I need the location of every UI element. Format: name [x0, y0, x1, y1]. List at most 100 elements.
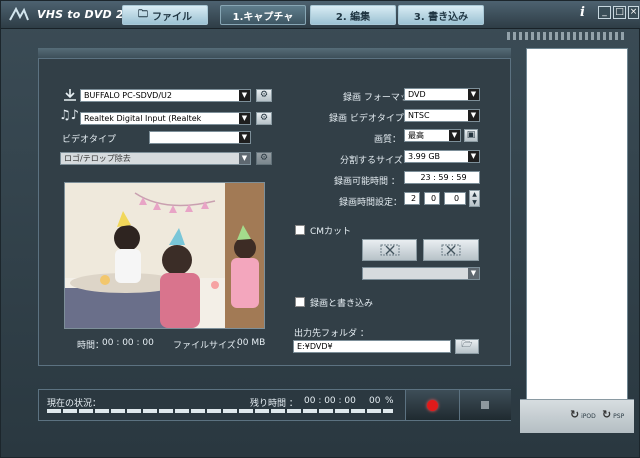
stop-icon	[481, 401, 489, 409]
remaining-time-value: 00 : 00 : 00	[304, 396, 356, 406]
browse-folder-button[interactable]: 🗁	[455, 339, 479, 354]
record-format-select[interactable]: DVD ▼	[404, 88, 480, 101]
chevron-down-icon: ▼	[468, 89, 479, 100]
chevron-down-icon: ▼	[239, 113, 250, 124]
spinner-arrows-icon: ▲ ▼	[472, 191, 477, 206]
time-setting-spinner[interactable]: ▲ ▼	[469, 190, 480, 207]
chevron-down-icon: ▼	[468, 268, 479, 279]
status-bar: 現在の状況： 残り時間 ： 00 : 00 : 00 00 %	[38, 389, 511, 421]
tab-capture[interactable]: 1.キャプチャ	[220, 5, 306, 25]
cm-cut-checkbox[interactable]	[295, 225, 305, 235]
psp-label: PSP	[613, 413, 625, 420]
info-icon[interactable]: i	[580, 5, 585, 20]
progress-bar	[47, 409, 393, 413]
time-setting-minutes[interactable]: 0	[424, 192, 440, 205]
rotate-icon: ↻	[570, 408, 580, 421]
record-and-write-checkbox[interactable]	[295, 297, 305, 307]
chevron-down-icon: ▼	[468, 110, 479, 121]
stop-button[interactable]	[459, 390, 511, 420]
available-time-label: 録画可能時間 ：	[334, 177, 400, 187]
time-setting-hours[interactable]: 2	[404, 192, 420, 205]
current-status-label: 現在の状況：	[47, 399, 102, 409]
cm-cut-apply-button[interactable]	[423, 239, 479, 261]
record-format-value: DVD	[408, 90, 426, 99]
output-folder-label: 出力先フォルダ ：	[294, 329, 369, 339]
quality-select[interactable]: 最高 ▼	[404, 129, 461, 142]
split-size-select[interactable]: 3.99 GB ▼	[404, 150, 480, 163]
video-preview	[64, 182, 265, 329]
app-logo-icon	[9, 7, 29, 21]
tab-file-label: ファイル	[152, 11, 192, 23]
panel-header	[38, 48, 511, 58]
chevron-down-icon: ▼	[468, 151, 479, 162]
record-video-type-label: 録画 ビデオタイプ：	[329, 114, 413, 124]
tab-file[interactable]: 🗀 ファイル	[122, 5, 208, 25]
video-type-select[interactable]: ▼	[149, 131, 251, 144]
tab-edit-label: 2. 編集	[335, 11, 371, 23]
record-icon	[427, 400, 438, 411]
scissors-icon	[380, 244, 399, 256]
record-button[interactable]	[405, 390, 459, 420]
close-button[interactable]: ×	[628, 6, 639, 19]
preview-filesize-value: 00 MB	[237, 338, 266, 348]
minimize-button[interactable]: _	[598, 6, 611, 19]
chevron-down-icon: ▼	[239, 153, 250, 164]
ipod-export-button[interactable]: ↻ iPOD	[570, 408, 596, 421]
settings-icon: ▣	[466, 130, 476, 140]
restore-button[interactable]: □	[613, 6, 626, 19]
preview-filesize-label: ファイルサイズ：	[173, 341, 245, 351]
tab-edit[interactable]: 2. 編集	[310, 5, 396, 25]
decorative-stripes	[507, 32, 627, 40]
folder-icon: 🗀	[138, 8, 148, 20]
chevron-down-icon: ▼	[239, 90, 250, 101]
audio-device-value: Realtek Digital Input (Realtek	[84, 114, 202, 123]
time-setting-seconds[interactable]: 0	[444, 192, 466, 205]
quality-value: 最高	[408, 131, 424, 140]
time-setting-label: 録画時間設定：	[339, 198, 403, 208]
chevron-down-icon: ▼	[239, 132, 250, 143]
ipod-label: iPOD	[581, 413, 596, 420]
scissors-icon	[441, 244, 461, 256]
logo-removal-value: ロゴ/テロップ除去	[64, 154, 131, 163]
record-video-type-value: NTSC	[408, 111, 430, 120]
remaining-time-label: 残り時間 ：	[250, 399, 298, 409]
tab-write-label: 3. 書き込み	[413, 11, 469, 23]
app-window: VHS to DVD 2.5 🗀 ファイル 1.キャプチャ 2. 編集 3. 書…	[0, 0, 640, 458]
record-video-type-select[interactable]: NTSC ▼	[404, 109, 480, 122]
preview-time-value: 00 : 00 : 00	[102, 338, 154, 348]
preview-time-label: 時間：	[77, 341, 105, 351]
preview-image	[65, 183, 264, 328]
video-device-settings-button[interactable]: ⚙	[256, 89, 272, 102]
progress-percent-unit: %	[385, 396, 394, 406]
progress-percent-value: 00	[369, 396, 381, 406]
folder-open-icon: 🗁	[461, 340, 473, 350]
gear-icon: ⚙	[259, 113, 269, 123]
logo-removal-select[interactable]: ロゴ/テロップ除去 ▼	[60, 152, 251, 165]
device-export-bar: ↻ iPOD ↻ PSP	[520, 399, 634, 433]
logo-removal-settings-button[interactable]: ⚙	[256, 152, 272, 165]
available-time-field: 23 : 59 : 59	[404, 171, 480, 184]
video-device-value: BUFFALO PC-SDVD/U2	[84, 91, 172, 100]
gear-icon: ⚙	[259, 153, 269, 163]
output-folder-input[interactable]: E:¥DVD¥	[293, 340, 451, 353]
audio-device-select[interactable]: Realtek Digital Input (Realtek ▼	[80, 112, 251, 125]
cm-cut-label: CMカット	[310, 227, 352, 237]
title-bar: VHS to DVD 2.5 🗀 ファイル 1.キャプチャ 2. 編集 3. 書…	[1, 1, 640, 29]
split-size-label: 分割するサイズ：	[340, 156, 412, 166]
cm-cut-mark-button[interactable]	[362, 239, 417, 261]
split-size-value: 3.99 GB	[408, 152, 441, 161]
psp-export-button[interactable]: ↻ PSP	[602, 408, 624, 421]
gear-icon: ⚙	[259, 90, 269, 100]
chevron-down-icon: ▼	[449, 130, 460, 141]
quality-settings-button[interactable]: ▣	[464, 129, 478, 142]
audio-device-settings-button[interactable]: ⚙	[256, 112, 272, 125]
tab-capture-label: 1.キャプチャ	[232, 11, 294, 23]
rotate-icon: ↻	[602, 408, 612, 421]
video-device-select[interactable]: BUFFALO PC-SDVD/U2 ▼	[80, 89, 251, 102]
tab-write[interactable]: 3. 書き込み	[398, 5, 484, 25]
video-type-label: ビデオタイプ	[62, 135, 117, 145]
cm-cut-select[interactable]: ▼	[362, 267, 480, 280]
download-icon	[64, 89, 76, 101]
quality-label: 画質：	[374, 135, 402, 145]
music-note-icon: ♫♪	[59, 108, 79, 123]
